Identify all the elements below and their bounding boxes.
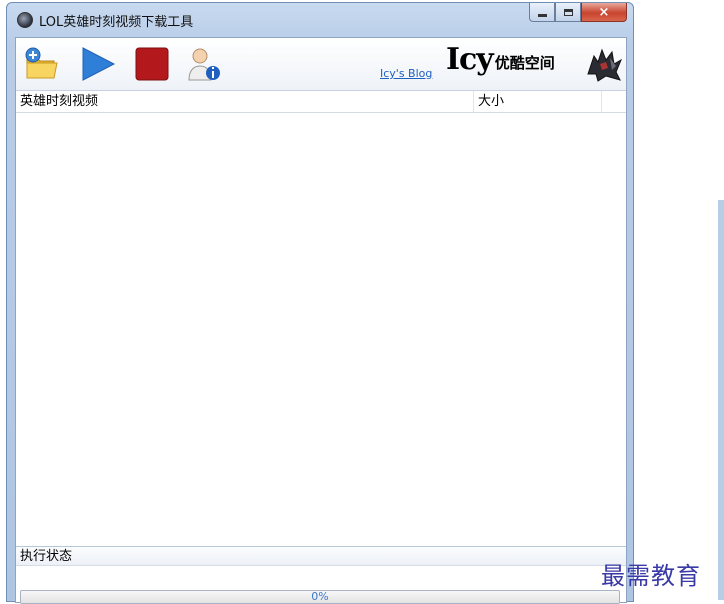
brand-subtitle: 优酷空间 <box>494 54 555 72</box>
blog-link[interactable]: Icy's Blog <box>380 67 432 80</box>
play-icon <box>82 47 116 81</box>
column-header-size[interactable]: 大小 <box>474 91 602 112</box>
app-window: LOL英雄时刻视频下载工具 × Icy's Blog Icy 优酷空间 英雄时刻… <box>6 2 634 604</box>
status-area <box>16 567 626 589</box>
minimize-icon <box>537 13 547 17</box>
title-bar[interactable]: LOL英雄时刻视频下载工具 × <box>7 3 633 35</box>
maximize-icon <box>563 8 573 16</box>
close-icon: × <box>598 4 610 20</box>
close-button[interactable]: × <box>581 3 627 22</box>
window-controls: × <box>529 3 627 25</box>
toolbar: Icy's Blog Icy 优酷空间 <box>16 38 626 91</box>
status-section-label: 执行状态 <box>16 546 626 566</box>
column-header-video[interactable]: 英雄时刻视频 <box>16 91 474 112</box>
mascot-icon <box>587 48 623 82</box>
user-info-icon <box>188 48 220 81</box>
about-button[interactable] <box>186 46 222 82</box>
download-progress-bar: 0% <box>20 590 620 604</box>
progress-text: 0% <box>311 590 329 603</box>
maximize-button[interactable] <box>555 3 581 22</box>
start-button[interactable] <box>80 46 116 82</box>
minimize-button[interactable] <box>529 3 555 22</box>
watermark: 最需教育 <box>601 562 701 590</box>
client-area: Icy's Blog Icy 优酷空间 英雄时刻视频 大小 执行状态 0% <box>15 37 627 604</box>
video-list[interactable] <box>16 113 626 545</box>
brand-name: Icy <box>446 42 494 77</box>
background-window-edge <box>718 200 724 600</box>
app-logo-icon <box>17 12 33 28</box>
window-title: LOL英雄时刻视频下载工具 <box>39 15 194 30</box>
folder-add-icon <box>25 47 58 79</box>
list-header: 英雄时刻视频 大小 <box>16 91 626 113</box>
brand-logo: Icy 优酷空间 <box>446 44 555 76</box>
stop-icon <box>135 47 169 81</box>
add-task-button[interactable] <box>24 46 60 82</box>
stop-button[interactable] <box>134 46 170 82</box>
